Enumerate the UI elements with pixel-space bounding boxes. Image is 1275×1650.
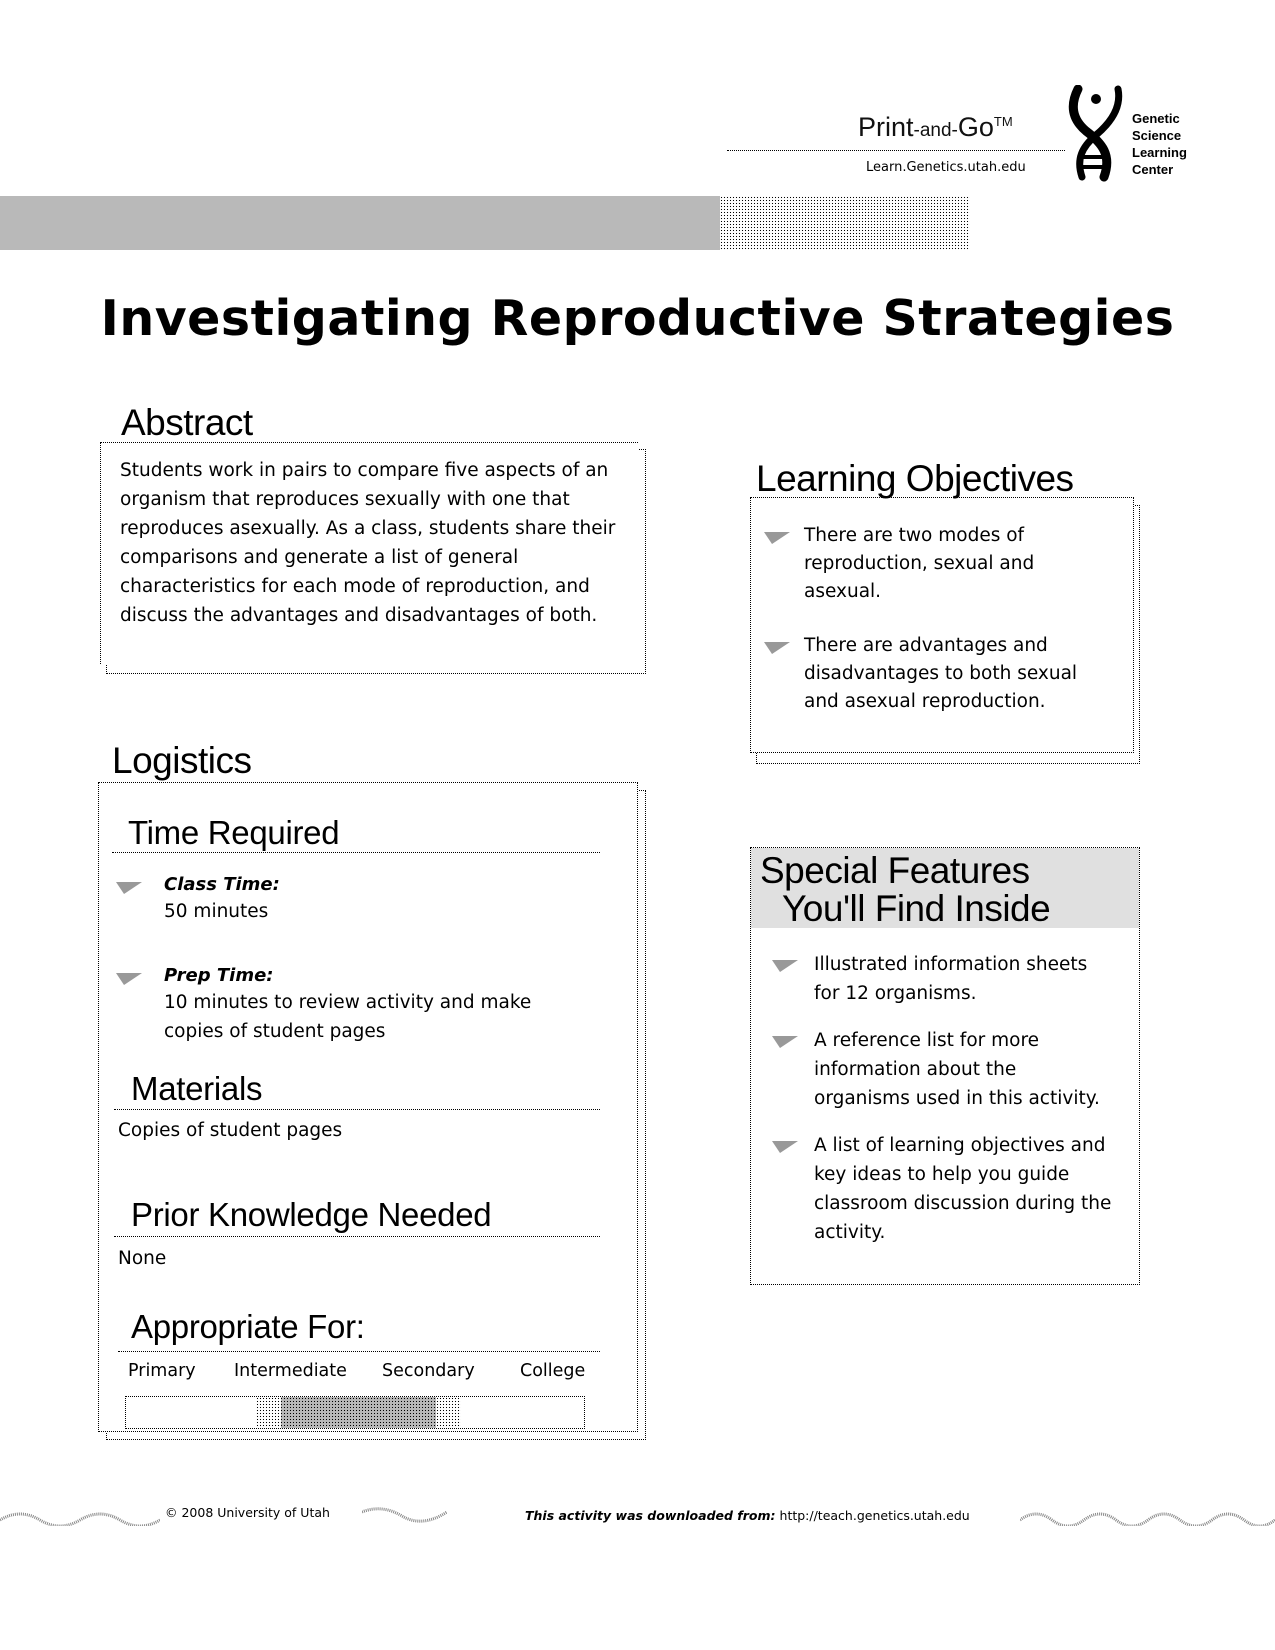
triangle-bullet-icon bbox=[770, 1139, 800, 1155]
features-heading-line1: Special Features bbox=[760, 850, 1030, 891]
abstract-heading: Abstract bbox=[121, 404, 253, 441]
feature-text: Illustrated information sheets for 12 or… bbox=[814, 954, 1088, 1004]
time-required-heading: Time Required bbox=[128, 814, 340, 851]
org-line: Center bbox=[1132, 162, 1174, 177]
objectives-heading: Learning Objectives bbox=[756, 458, 1074, 499]
features-heading: Special Features You'll Find Inside bbox=[760, 850, 1051, 929]
prior-knowledge-heading: Prior Knowledge Needed bbox=[131, 1196, 492, 1233]
prep-time-label: Prep Time: bbox=[164, 965, 274, 986]
download-url-link[interactable]: http://teach.genetics.utah.edu bbox=[780, 1508, 970, 1523]
feature-text: A list of learning objectives and key id… bbox=[814, 1135, 1112, 1243]
objectives-list: There are two modes of reproduction, sex… bbox=[762, 522, 1122, 716]
class-time-label: Class Time: bbox=[164, 874, 280, 895]
feature-item: A reference list for more information ab… bbox=[770, 1026, 1130, 1113]
triangle-bullet-icon bbox=[762, 640, 792, 656]
materials-heading: Materials bbox=[131, 1070, 263, 1107]
level-college: College bbox=[520, 1361, 586, 1381]
prior-knowledge-text: None bbox=[118, 1248, 167, 1269]
prep-time-value: 10 minutes to review activity and make c… bbox=[164, 992, 532, 1042]
header: Print-and-GoTM Learn.Genetics.utah.edu G… bbox=[0, 0, 1275, 250]
triangle-bullet-icon bbox=[762, 530, 792, 546]
wave-decoration-icon bbox=[1019, 1506, 1275, 1530]
prep-time-item: Prep Time: 10 minutes to review activity… bbox=[114, 965, 594, 1046]
objective-item: There are advantages and disadvantages t… bbox=[762, 632, 1122, 716]
time-required-rule bbox=[112, 852, 600, 853]
logistics-heading: Logistics bbox=[112, 740, 252, 781]
materials-rule bbox=[114, 1109, 600, 1110]
prior-knowledge-rule bbox=[114, 1236, 600, 1237]
download-note: This activity was downloaded from: http:… bbox=[525, 1508, 970, 1523]
page-title: Investigating Reproductive Strategies bbox=[100, 290, 1175, 347]
abstract-heading-text: Abstract bbox=[121, 402, 253, 443]
triangle-bullet-icon bbox=[114, 971, 144, 987]
level-secondary: Secondary bbox=[382, 1361, 475, 1381]
grade-level-highlight-core bbox=[281, 1397, 436, 1428]
brand-go: Go bbox=[957, 112, 994, 142]
grade-level-bar bbox=[125, 1396, 585, 1429]
trademark: TM bbox=[993, 114, 1013, 129]
footer: © 2008 University of Utah This activity … bbox=[0, 1500, 1275, 1540]
brand-print: Print bbox=[858, 112, 914, 142]
wave-decoration-icon bbox=[361, 1506, 448, 1530]
level-intermediate: Intermediate bbox=[234, 1361, 347, 1381]
dna-figure-icon bbox=[1068, 84, 1126, 183]
feature-item: A list of learning objectives and key id… bbox=[770, 1131, 1130, 1247]
org-name: Genetic Science Learning Center bbox=[1132, 110, 1187, 178]
features-heading-line2: You'll Find Inside bbox=[782, 888, 1051, 929]
triangle-bullet-icon bbox=[114, 880, 144, 896]
objective-text: There are advantages and disadvantages t… bbox=[804, 635, 1078, 712]
level-primary: Primary bbox=[128, 1361, 196, 1381]
org-line: Learning bbox=[1132, 145, 1187, 160]
objective-item: There are two modes of reproduction, sex… bbox=[762, 522, 1122, 606]
wave-decoration-icon bbox=[0, 1506, 161, 1530]
org-line: Genetic bbox=[1132, 111, 1180, 126]
abstract-text: Students work in pairs to compare five a… bbox=[120, 460, 616, 626]
header-band-dense bbox=[0, 196, 720, 250]
header-band-mid bbox=[720, 196, 970, 250]
appropriate-for-heading: Appropriate For: bbox=[131, 1308, 365, 1345]
print-and-go-brand: Print-and-GoTM bbox=[858, 112, 1013, 143]
appropriate-for-rule bbox=[118, 1351, 600, 1352]
triangle-bullet-icon bbox=[770, 1034, 800, 1050]
copyright: © 2008 University of Utah bbox=[165, 1505, 330, 1520]
header-url: Learn.Genetics.utah.edu bbox=[866, 160, 1026, 175]
features-list: Illustrated information sheets for 12 or… bbox=[770, 950, 1130, 1247]
objective-text: There are two modes of reproduction, sex… bbox=[804, 525, 1035, 602]
download-label: This activity was downloaded from: bbox=[525, 1508, 776, 1523]
org-line: Science bbox=[1132, 128, 1182, 143]
header-divider bbox=[727, 150, 1065, 151]
class-time-value: 50 minutes bbox=[164, 901, 269, 922]
triangle-bullet-icon bbox=[770, 958, 800, 974]
materials-text: Copies of student pages bbox=[118, 1120, 343, 1141]
feature-text: A reference list for more information ab… bbox=[814, 1030, 1100, 1109]
class-time-item: Class Time: 50 minutes bbox=[114, 874, 594, 926]
feature-item: Illustrated information sheets for 12 or… bbox=[770, 950, 1130, 1008]
brand-and: -and- bbox=[913, 120, 958, 141]
